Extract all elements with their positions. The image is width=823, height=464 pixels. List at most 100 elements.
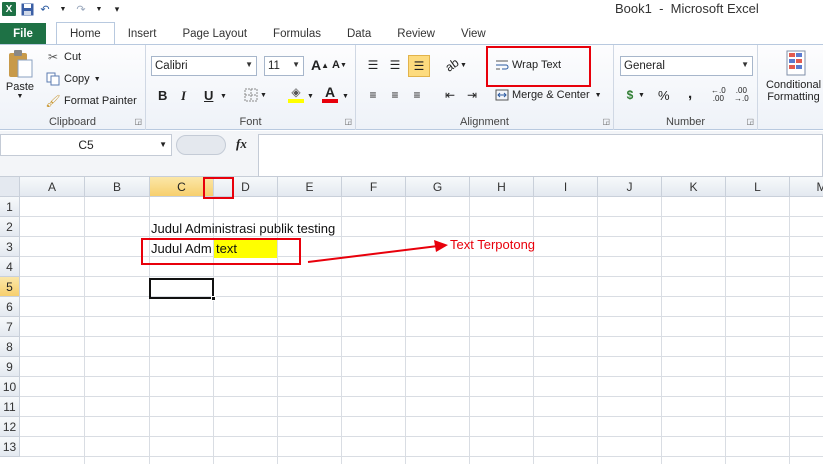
alignment-group-label: Alignment <box>460 116 509 128</box>
column-header-m[interactable]: M <box>790 177 823 197</box>
formula-input[interactable] <box>258 134 823 177</box>
dialog-launcher-icon[interactable]: ◲ <box>602 117 610 126</box>
row-header-13[interactable]: 13 <box>0 437 20 457</box>
paste-button[interactable]: Paste ▼ <box>4 49 36 109</box>
chevron-down-icon[interactable]: ▼ <box>307 93 314 100</box>
clipboard-group: Paste ▼ ✂ Cut Copy ▼ 🖌 Format Painter Cl… <box>0 45 146 130</box>
align-middle-button[interactable]: ☰ <box>387 57 403 73</box>
worksheet-grid[interactable]: ABCDEFGHIJKLM 1 2 3 4 5 6 7 8 9 10 11 12 13 Judul Ad… <box>0 177 823 464</box>
align-right-button[interactable]: ≡ <box>409 87 425 103</box>
conditional-formatting-icon <box>786 50 805 76</box>
bold-button[interactable]: B <box>158 88 167 103</box>
cut-button[interactable]: ✂ Cut <box>45 49 81 65</box>
align-center-icon: ≡ <box>391 88 399 102</box>
font-color-button[interactable]: A <box>322 85 338 103</box>
styles-group: Conditional Formatting <box>758 45 823 130</box>
tab-view[interactable]: View <box>448 23 499 44</box>
column-header-f[interactable]: F <box>342 177 406 197</box>
column-header-j[interactable]: J <box>598 177 662 197</box>
number-format-select[interactable]: General ▼ <box>620 56 753 76</box>
align-right-icon: ≡ <box>413 88 421 102</box>
row-header-1[interactable]: 1 <box>0 197 20 217</box>
decrease-indent-button[interactable]: ⇤ <box>442 87 458 103</box>
format-painter-button[interactable]: 🖌 Format Painter <box>45 93 137 109</box>
select-all-button[interactable] <box>0 177 20 197</box>
row-header-3[interactable]: 3 <box>0 237 20 257</box>
column-header-g[interactable]: G <box>406 177 470 197</box>
dialog-launcher-icon[interactable]: ◲ <box>344 117 352 126</box>
column-header-a[interactable]: A <box>20 177 85 197</box>
align-top-button[interactable]: ☰ <box>365 57 381 73</box>
grid-vline <box>725 197 726 464</box>
tab-insert[interactable]: Insert <box>115 23 170 44</box>
tab-review[interactable]: Review <box>384 23 448 44</box>
font-size-select[interactable]: 11 ▼ <box>264 56 304 76</box>
undo-icon[interactable]: ↶ <box>38 2 52 16</box>
chevron-down-icon[interactable]: ▼ <box>220 93 227 100</box>
formula-bar-divider[interactable] <box>176 135 226 155</box>
row-header-8[interactable]: 8 <box>0 337 20 357</box>
chevron-down-icon[interactable]: ▼ <box>342 93 349 100</box>
underline-button[interactable]: U <box>204 88 213 103</box>
tab-page-layout[interactable]: Page Layout <box>169 23 260 44</box>
increase-decimal-button[interactable]: ←.0.00 <box>711 87 726 103</box>
fill-color-button[interactable]: ◈ <box>288 85 304 103</box>
decrease-decimal-button[interactable]: .00 →.0 <box>734 87 749 103</box>
name-box[interactable]: C5 ▼ <box>0 134 172 156</box>
tab-formulas[interactable]: Formulas <box>260 23 334 44</box>
align-center-button[interactable]: ≡ <box>387 87 403 103</box>
font-family-select[interactable]: Calibri ▼ <box>151 56 257 76</box>
borders-button[interactable]: ▼ <box>244 88 267 102</box>
shrink-font-button[interactable]: A ▼ <box>332 59 347 71</box>
conditional-formatting-button[interactable]: Conditional Formatting <box>764 49 823 103</box>
orientation-button[interactable]: ab ▼ <box>443 55 467 74</box>
row-header-9[interactable]: 9 <box>0 357 20 377</box>
column-header-e[interactable]: E <box>278 177 342 197</box>
grid-hline <box>20 436 823 437</box>
column-header-k[interactable]: K <box>662 177 726 197</box>
column-header-i[interactable]: I <box>534 177 598 197</box>
customize-toolbar-icon[interactable]: ▾ <box>110 2 124 16</box>
redo-dropdown-icon[interactable]: ▼ <box>92 2 106 16</box>
align-left-button[interactable]: ≡ <box>365 87 381 103</box>
undo-dropdown-icon[interactable]: ▼ <box>56 2 70 16</box>
row-header-10[interactable]: 10 <box>0 377 20 397</box>
row-header-5[interactable]: 5 <box>0 277 20 297</box>
row-header-2[interactable]: 2 <box>0 217 20 237</box>
increase-indent-icon: ⇥ <box>466 88 478 102</box>
align-bottom-button[interactable]: ☰ <box>408 55 430 77</box>
cell-c2[interactable]: Judul Administrasi publik testing <box>149 220 335 238</box>
copy-button[interactable]: Copy ▼ <box>45 71 101 87</box>
tab-data[interactable]: Data <box>334 23 384 44</box>
italic-button[interactable]: I <box>181 88 186 104</box>
percent-style-button[interactable]: % <box>658 88 670 103</box>
row-header-11[interactable]: 11 <box>0 397 20 417</box>
merge-center-button[interactable]: Merge & Center ▼ <box>494 87 602 103</box>
insert-function-button[interactable]: fx <box>236 136 247 152</box>
increase-indent-button[interactable]: ⇥ <box>464 87 480 103</box>
column-header-l[interactable]: L <box>726 177 790 197</box>
active-cell-c5[interactable] <box>149 278 214 299</box>
row-header-6[interactable]: 6 <box>0 297 20 317</box>
tab-home[interactable]: Home <box>56 22 115 44</box>
grid-hline <box>20 376 823 377</box>
column-header-b[interactable]: B <box>85 177 150 197</box>
format-painter-label: Format Painter <box>64 95 137 107</box>
align-top-icon: ☰ <box>367 58 379 72</box>
dialog-launcher-icon[interactable]: ◲ <box>746 117 754 126</box>
redo-icon[interactable]: ↷ <box>74 2 88 16</box>
dialog-launcher-icon[interactable]: ◲ <box>134 117 142 126</box>
accounting-format-button[interactable]: $ ▼ <box>622 87 645 103</box>
column-header-h[interactable]: H <box>470 177 534 197</box>
paste-label: Paste <box>5 81 35 93</box>
row-header-4[interactable]: 4 <box>0 257 20 277</box>
annotation-label: Text Terpotong <box>450 237 536 252</box>
row-header-12[interactable]: 12 <box>0 417 20 437</box>
chevron-down-icon[interactable]: ▼ <box>159 140 167 149</box>
tab-file[interactable]: File <box>0 23 46 44</box>
fill-handle[interactable] <box>211 296 216 301</box>
save-icon[interactable] <box>20 2 34 16</box>
comma-style-button[interactable]: , <box>688 85 692 102</box>
grow-font-button[interactable]: A ▲ <box>311 57 329 73</box>
row-header-7[interactable]: 7 <box>0 317 20 337</box>
